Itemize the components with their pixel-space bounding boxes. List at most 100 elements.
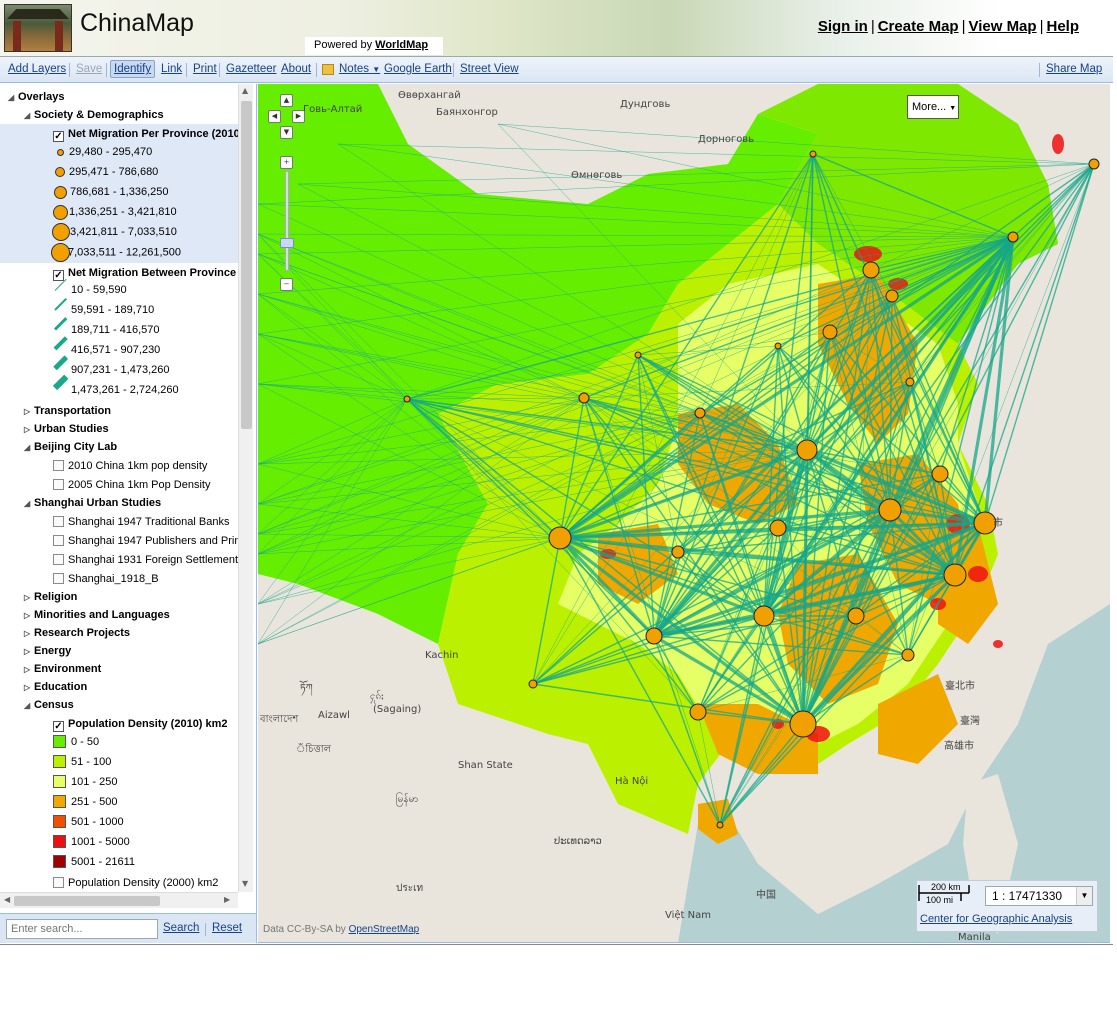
scroll-up-icon[interactable]: ▲ <box>242 86 248 95</box>
collapsed-triangle-icon: ▷ <box>24 425 31 434</box>
tree-group-religion[interactable]: ▷ Religion <box>24 588 77 606</box>
scale-select[interactable]: 1 : 17471330 ▼ <box>985 886 1093 906</box>
map-canvas[interactable] <box>258 84 1110 943</box>
scroll-left-icon[interactable]: ◀ <box>4 895 10 904</box>
map-label: Дундговь <box>620 99 671 110</box>
layer-checkbox[interactable]: ✓ <box>53 131 64 142</box>
layer-checkbox[interactable] <box>53 573 64 584</box>
migration-node <box>694 407 706 419</box>
line-symbol-icon <box>52 374 69 397</box>
layer-checkbox[interactable] <box>53 460 64 471</box>
map-viewport[interactable]: Өвөрхангай Говь-Алтай Дундговь Баянхонго… <box>258 84 1110 943</box>
migration-node <box>689 703 707 721</box>
map-label: 市 <box>993 518 1003 529</box>
layer-shanghai-foreign[interactable]: Shanghai 1931 Foreign Settlements <box>53 551 238 569</box>
tree-group-environment[interactable]: ▷ Environment <box>24 660 101 678</box>
legend-item: 1,473,261 - 2,724,260 <box>52 374 179 399</box>
tree-group-energy[interactable]: ▷ Energy <box>24 642 71 660</box>
google-earth-button[interactable]: Google Earth <box>384 63 452 75</box>
map-label: Kachin <box>425 650 459 661</box>
layer-checkbox[interactable]: ✓ <box>53 270 64 281</box>
group-label: Energy <box>34 645 72 657</box>
circle-symbol-icon <box>52 223 70 242</box>
migration-node <box>548 526 572 550</box>
tree-group-beijing[interactable]: ◢ Beijing City Lab <box>24 438 117 456</box>
tree-group-minorities[interactable]: ▷ Minorities and Languages <box>24 606 170 624</box>
help-link[interactable]: Help <box>1046 18 1079 35</box>
layer-checkbox[interactable] <box>53 535 64 546</box>
scroll-right-icon[interactable]: ▶ <box>224 895 230 904</box>
chevron-down-icon[interactable]: ▼ <box>1076 887 1092 905</box>
notes-menu-button[interactable]: Notes ▼ <box>339 63 380 75</box>
tree-overlays[interactable]: ◢ Overlays <box>8 88 64 106</box>
tree-group-shanghai[interactable]: ◢ Shanghai Urban Studies <box>24 494 161 512</box>
layer-shanghai-1918[interactable]: Shanghai_1918_B <box>53 570 159 588</box>
scroll-thumb[interactable] <box>14 896 160 906</box>
cga-link[interactable]: Center for Geographic Analysis <box>920 913 1072 925</box>
more-layers-button[interactable]: More... ▼ <box>907 95 959 119</box>
zoom-out-icon[interactable]: − <box>280 278 293 291</box>
tree-group-society[interactable]: ◢ Society & Demographics <box>24 106 164 124</box>
view-map-link[interactable]: View Map <box>968 18 1036 35</box>
save-button[interactable]: Save <box>76 63 102 75</box>
layer-pop-density-2010[interactable]: ✓ Population Density (2010) km2 <box>53 715 228 733</box>
layer-pop-density-2000[interactable]: Population Density (2000) km2 <box>53 874 218 892</box>
scroll-down-icon[interactable]: ▼ <box>242 879 248 888</box>
horizontal-scrollbar[interactable]: ◀ ▶ <box>0 892 238 908</box>
search-bar: Search Reset <box>0 913 257 943</box>
gazetteer-button[interactable]: Gazetteer <box>226 63 277 75</box>
legend-label: 786,681 - 1,336,250 <box>70 186 169 198</box>
map-label: Aizawl <box>318 710 350 721</box>
layer-checkbox[interactable] <box>53 554 64 565</box>
layer-net-migration-province[interactable]: ✓ Net Migration Per Province (2010 <box>53 125 238 143</box>
line-symbol-icon <box>54 278 68 297</box>
layer-beijing-2010[interactable]: 2010 China 1km pop density <box>53 457 207 475</box>
layer-shanghai-publishers[interactable]: Shanghai 1947 Publishers and Prin <box>53 532 238 550</box>
layer-checkbox[interactable] <box>53 479 64 490</box>
pan-right-icon[interactable]: ▶ <box>292 110 305 123</box>
sign-in-link[interactable]: Sign in <box>818 18 868 35</box>
legend-item: 1001 - 5000 <box>53 833 130 851</box>
circle-symbol-icon <box>55 167 65 178</box>
add-layers-button[interactable]: Add Layers <box>8 63 66 75</box>
layer-checkbox[interactable]: ✓ <box>53 721 64 732</box>
zoom-slider[interactable] <box>285 171 289 271</box>
legend-item: 59,591 - 189,710 <box>54 298 154 319</box>
tree-group-education[interactable]: ▷ Education <box>24 678 87 696</box>
tree-group-research[interactable]: ▷ Research Projects <box>24 624 130 642</box>
zoom-in-icon[interactable]: + <box>280 156 293 169</box>
about-button[interactable]: About <box>281 63 311 75</box>
vertical-scrollbar[interactable]: ▲ ▼ <box>238 84 253 892</box>
openstreetmap-link[interactable]: OpenStreetMap <box>349 924 420 935</box>
search-button[interactable]: Search <box>163 922 199 934</box>
pan-left-icon[interactable]: ◀ <box>268 110 281 123</box>
expanded-triangle-icon: ◢ <box>8 93 15 102</box>
legend-item: 786,681 - 1,336,250 <box>54 183 168 201</box>
layer-net-migration-between[interactable]: ✓ Net Migration Between Province <box>53 264 236 282</box>
scroll-thumb[interactable] <box>241 101 252 429</box>
map-label: 高雄市 <box>944 741 974 752</box>
search-input[interactable] <box>6 919 158 939</box>
tree-group-urban-studies[interactable]: ▷ Urban Studies <box>24 420 109 438</box>
worldmap-link[interactable]: WorldMap <box>375 39 428 51</box>
street-view-button[interactable]: Street View <box>460 63 519 75</box>
reset-button[interactable]: Reset <box>212 922 242 934</box>
pan-up-icon[interactable]: ▲ <box>280 94 293 107</box>
overlays-label: Overlays <box>18 91 65 103</box>
layer-beijing-2005[interactable]: 2005 China 1km Pop Density <box>53 476 210 494</box>
layer-checkbox[interactable] <box>53 516 64 527</box>
tree-group-census[interactable]: ◢ Census <box>24 696 74 714</box>
legend-item: 51 - 100 <box>53 753 111 771</box>
tree-group-transportation[interactable]: ▷ Transportation <box>24 402 111 420</box>
print-button[interactable]: Print <box>193 63 217 75</box>
layer-checkbox[interactable] <box>53 877 64 888</box>
layer-shanghai-banks[interactable]: Shanghai 1947 Traditional Banks <box>53 513 229 531</box>
zoom-slider-handle[interactable] <box>280 238 294 248</box>
identify-button[interactable]: Identify <box>110 60 156 78</box>
pan-down-icon[interactable]: ▼ <box>280 126 293 139</box>
create-map-link[interactable]: Create Map <box>878 18 959 35</box>
collapsed-triangle-icon: ▷ <box>24 683 31 692</box>
link-button[interactable]: Link <box>161 63 182 75</box>
share-map-button[interactable]: Share Map <box>1046 63 1102 75</box>
migration-node <box>753 605 775 627</box>
